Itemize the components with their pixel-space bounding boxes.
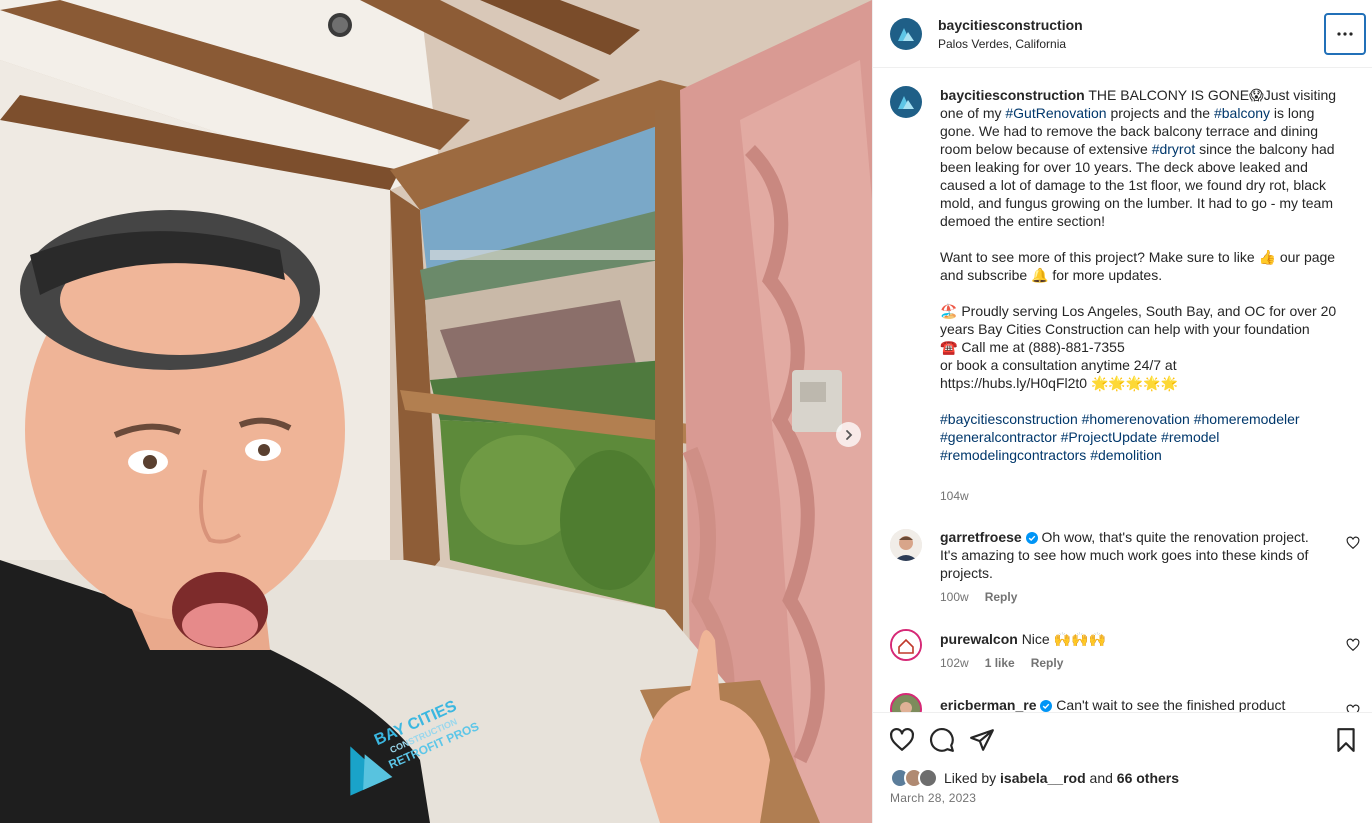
caption-link-line[interactable]: https://hubs.ly/H0qFl2t0 🌟🌟🌟🌟🌟 <box>940 374 1350 392</box>
comment-text: Nice 🙌🙌🙌 <box>1021 631 1106 647</box>
comment-like-heart-icon[interactable] <box>1346 536 1360 550</box>
hashtag-link[interactable]: #homeremodeler <box>1194 411 1300 427</box>
comment-body: purewalcon Nice 🙌🙌🙌 <box>940 630 1330 648</box>
next-image-button[interactable] <box>836 422 861 447</box>
liked-by-prefix: Liked by <box>944 770 997 786</box>
hashtag-link[interactable]: #remodelingcontractors <box>940 447 1086 463</box>
comment-username[interactable]: garretfroese <box>940 529 1022 545</box>
caption-hashtags: #baycitiesconstruction #homerenovation #… <box>940 410 1350 464</box>
commenter-avatar[interactable] <box>890 629 922 661</box>
caption-avatar[interactable] <box>890 86 922 118</box>
comment-meta: 100w Reply <box>940 590 1017 604</box>
caption-phone-line: ☎️ Call me at (888)-881-7355 <box>940 339 1125 355</box>
post-side-panel: baycitiesconstruction Palos Verdes, Cali… <box>872 0 1372 823</box>
post-header: baycitiesconstruction Palos Verdes, Cali… <box>873 0 1372 68</box>
more-options-button[interactable] <box>1324 13 1366 55</box>
hashtag-link[interactable]: #generalcontractor <box>940 429 1057 445</box>
hashtag-link[interactable]: #dryrot <box>1152 141 1196 157</box>
caption-paragraph-1: baycitiesconstruction THE BALCONY IS GON… <box>940 86 1350 230</box>
hashtag-link[interactable]: #homerenovation <box>1082 411 1190 427</box>
comment-time[interactable]: 102w <box>940 656 969 670</box>
reply-button[interactable]: Reply <box>985 590 1018 604</box>
avatar-photo <box>890 529 922 561</box>
post-location[interactable]: Palos Verdes, California <box>938 37 1066 51</box>
comment-body: ericberman_re Can't wait to see the fini… <box>940 696 1330 712</box>
caption-paragraph-3: 🏖️ Proudly serving Los Angeles, South Ba… <box>940 303 1337 337</box>
hashtag-link[interactable]: #ProjectUpdate <box>1061 429 1158 445</box>
caption-paragraph-2: Want to see more of this project? Make s… <box>940 249 1336 283</box>
comment-text: Can't wait to see the finished product <box>1056 697 1286 712</box>
caption-text: projects and the <box>1106 105 1214 121</box>
photo-illustration: BAY CITIES CONSTRUCTION RETROFIT PROS <box>0 0 872 823</box>
avatar-photo <box>892 631 920 659</box>
hashtag-link[interactable]: #baycitiesconstruction <box>940 411 1078 427</box>
caption-timestamp[interactable]: 104w <box>940 489 969 503</box>
hashtag-link[interactable]: #balcony <box>1214 105 1270 121</box>
liked-by-joiner: and <box>1089 770 1113 786</box>
instagram-post-view: BAY CITIES CONSTRUCTION RETROFIT PROS ba… <box>0 0 1372 823</box>
comment-like-heart-icon[interactable] <box>1346 704 1360 712</box>
comment-username[interactable]: ericberman_re <box>940 697 1037 712</box>
verified-icon <box>1025 532 1038 544</box>
hashtag-link[interactable]: #demolition <box>1090 447 1162 463</box>
chevron-right-icon <box>845 429 852 440</box>
brand-logo-icon <box>898 28 914 41</box>
comment-like-heart-icon[interactable] <box>1346 638 1360 652</box>
account-avatar[interactable] <box>890 18 922 50</box>
post-actions-bar: Liked by isabela__rod and 66 others Marc… <box>873 712 1372 823</box>
comment-meta: 102w 1 like Reply <box>940 656 1063 670</box>
comments-scroll-area[interactable]: baycitiesconstruction THE BALCONY IS GON… <box>873 69 1372 712</box>
commenter-avatar[interactable] <box>890 529 922 561</box>
comment-time[interactable]: 100w <box>940 590 969 604</box>
brand-logo-icon <box>898 96 914 109</box>
comment-username[interactable]: purewalcon <box>940 631 1018 647</box>
verified-icon <box>1040 700 1053 712</box>
hashtag-link[interactable]: #GutRenovation <box>1005 105 1106 121</box>
liked-by-avatars[interactable] <box>890 768 942 788</box>
caption-booking-line: or book a consultation anytime 24/7 at <box>940 357 1177 373</box>
post-username[interactable]: baycitiesconstruction <box>938 17 1083 33</box>
comment-like-count[interactable]: 1 like <box>985 656 1015 670</box>
caption-username[interactable]: baycitiesconstruction <box>940 87 1085 103</box>
bookmark-icon[interactable] <box>1333 727 1359 753</box>
liked-by-user[interactable]: isabela__rod <box>1000 770 1086 786</box>
avatar-photo <box>892 695 920 712</box>
commenter-avatar[interactable] <box>890 693 922 712</box>
comment-icon[interactable] <box>929 727 955 753</box>
post-photo[interactable]: BAY CITIES CONSTRUCTION RETROFIT PROS <box>0 0 872 823</box>
post-date[interactable]: March 28, 2023 <box>890 791 976 805</box>
liker-avatar <box>918 768 938 788</box>
liked-by-summary: Liked by isabela__rod and 66 others <box>944 770 1179 786</box>
reply-button[interactable]: Reply <box>1031 656 1064 670</box>
heart-icon[interactable] <box>889 727 915 753</box>
ellipsis-icon <box>1337 32 1353 36</box>
liked-by-others[interactable]: 66 others <box>1117 770 1179 786</box>
share-icon[interactable] <box>969 727 995 753</box>
comment-body: garretfroese Oh wow, that's quite the re… <box>940 528 1330 582</box>
post-caption: baycitiesconstruction THE BALCONY IS GON… <box>940 86 1350 464</box>
hashtag-link[interactable]: #remodel <box>1161 429 1219 445</box>
